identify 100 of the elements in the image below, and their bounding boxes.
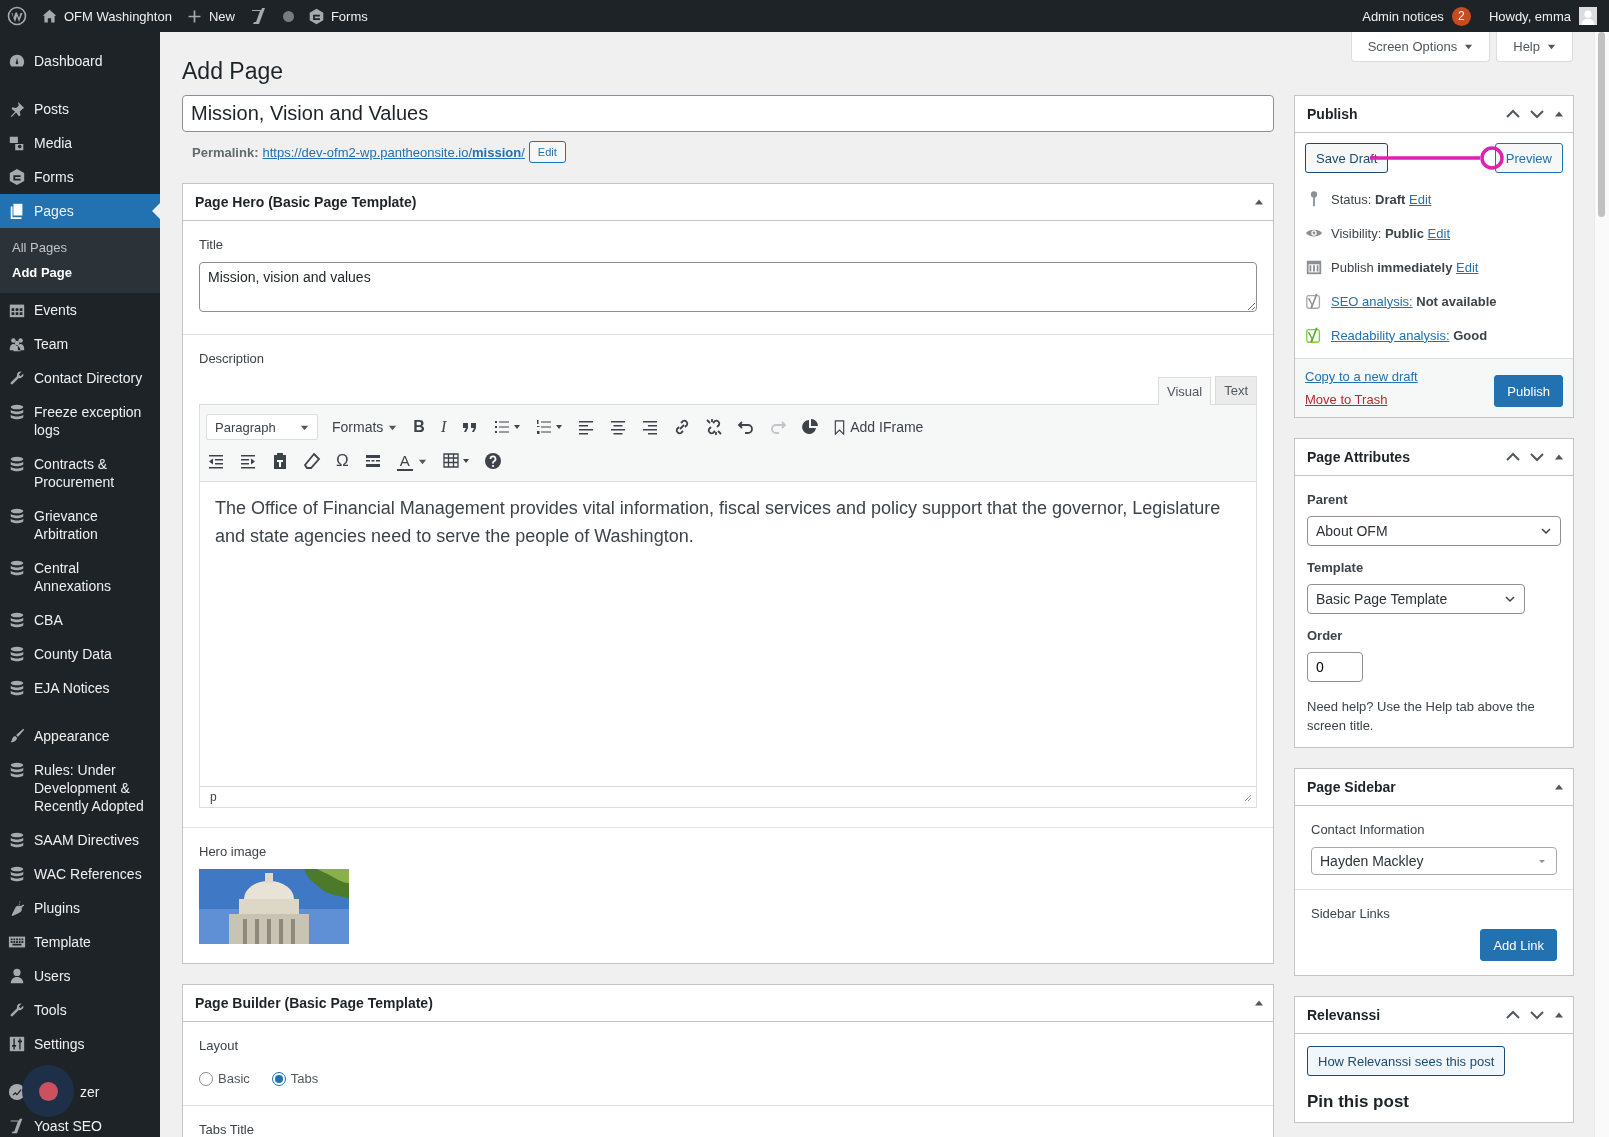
menu-item[interactable]: Plugins [0, 891, 160, 925]
edit-link[interactable]: Edit [1409, 191, 1432, 207]
database-icon [8, 403, 26, 421]
resize-handle-icon[interactable] [1242, 792, 1252, 802]
preview-button[interactable]: Preview [1494, 143, 1563, 173]
analysis-link[interactable]: Readability analysis: [1331, 327, 1450, 343]
panel-title: Page Sidebar [1307, 779, 1397, 795]
text-color-button[interactable]: A [394, 451, 429, 471]
menu-item[interactable]: SAAM Directives [0, 823, 160, 857]
help-icon[interactable] [482, 451, 503, 471]
field-label: Template [1307, 560, 1365, 575]
user-icon [8, 967, 26, 985]
editor-tab[interactable]: Text [1215, 376, 1257, 404]
menu-item[interactable]: Rules: Under Development & Recently Adopted [0, 753, 160, 823]
menu-item[interactable]: EJA Notices [0, 671, 160, 705]
move-to-trash-link[interactable]: Move to Trash [1305, 392, 1418, 407]
field-label: Order [1307, 628, 1344, 643]
table-icon[interactable] [440, 451, 471, 471]
analysis-link[interactable]: SEO analysis: [1331, 293, 1413, 309]
new-link[interactable]: New [185, 7, 235, 25]
screen-tab[interactable]: Help [1496, 32, 1573, 62]
menu-item[interactable]: Grievance Arbitration [0, 499, 160, 551]
menu-item[interactable]: Forms [0, 160, 160, 194]
title-field[interactable]: Mission, Vision and Values [182, 95, 1274, 132]
chevron-down-icon [1540, 525, 1552, 537]
add-link-button[interactable]: Add Link [1480, 929, 1557, 961]
add-iframe-button[interactable]: Add IFrame [832, 419, 926, 435]
submenu-item[interactable]: Add Page [0, 260, 160, 285]
wordpress-logo-icon[interactable] [7, 6, 27, 26]
editor-content[interactable]: The Office of Financial Management provides vital information, fiscal services and policy support that the governor, Legislature and state agencies need to serve the people of Washington. [215, 494, 1241, 550]
field-label: Title [199, 237, 225, 252]
title-textarea[interactable]: Mission, vision and values [199, 262, 1257, 312]
panel-title: Page Builder (Basic Page Template) [195, 995, 434, 1011]
panel-title: Publish [1307, 106, 1359, 122]
pin-heading: Pin this post [1307, 1092, 1410, 1112]
submenu-item[interactable]: All Pages [0, 235, 160, 260]
permalink-link[interactable]: https://dev-ofm2-wp.pantheonsite.io/mission/ [262, 144, 525, 160]
site-name-link[interactable]: OFM Washinghton [41, 7, 172, 25]
block-format-select[interactable]: Paragraph [206, 414, 318, 440]
menu-item[interactable]: Contact Directory [0, 361, 160, 395]
wrench-icon [8, 1001, 26, 1019]
database-icon [8, 645, 26, 663]
edit-link[interactable]: Edit [1456, 259, 1479, 275]
menu-item[interactable]: Posts [0, 92, 160, 126]
bold-button[interactable]: B [411, 418, 427, 436]
menu-item[interactable]: Dashboard [0, 44, 160, 78]
media-icon [8, 134, 26, 152]
menu-item[interactable]: Events [0, 293, 160, 327]
panel-title: Relevanssi [1307, 1007, 1382, 1023]
account-link[interactable]: Howdy, emma [1488, 8, 1571, 24]
menu-item[interactable]: Media [0, 126, 160, 160]
menu-item[interactable]: WAC References [0, 857, 160, 891]
menu-item[interactable]: County Data [0, 637, 160, 671]
layout-radio[interactable]: Basic [199, 1071, 250, 1086]
menu-item[interactable]: Template [0, 925, 160, 959]
menu-item[interactable]: Team [0, 327, 160, 361]
publish-info: Publish immediately Edit [1331, 259, 1479, 275]
page-heading: Add Page [182, 58, 284, 85]
relevanssi-view-button[interactable]: How Relevanssi sees this post [1307, 1046, 1506, 1076]
numbered-list-icon[interactable] [534, 417, 565, 437]
menu-label: Team [34, 335, 69, 353]
database-icon [8, 865, 26, 883]
screen-tab[interactable]: Screen Options [1350, 32, 1491, 62]
layout-radio[interactable]: Tabs [271, 1071, 319, 1086]
editor-tab[interactable]: Visual [1157, 377, 1212, 405]
menu-item[interactable]: Appearance [0, 719, 160, 753]
publish-button[interactable]: Publish [1494, 375, 1563, 407]
pie-chart-icon[interactable] [800, 417, 821, 437]
menu-item[interactable]: Tools [0, 993, 160, 1027]
copy-draft-link[interactable]: Copy to a new draft [1305, 369, 1418, 384]
menu-label: Media [34, 134, 73, 152]
menu-item[interactable]: Freeze exception logs [0, 395, 160, 447]
database-icon [8, 611, 26, 629]
forms-link[interactable]: Forms [307, 7, 368, 25]
menu-item[interactable]: Settings [0, 1027, 160, 1061]
menu-label: Tools [34, 1001, 67, 1019]
template-select[interactable]: Basic Page Template [1307, 584, 1525, 614]
help-text: Need help? Use the Help tab above the screen title. [1307, 698, 1536, 735]
menu-item[interactable]: CBA [0, 603, 160, 637]
order-field[interactable]: 0 [1307, 652, 1363, 682]
edit-permalink-button[interactable]: Edit [528, 141, 566, 163]
admin-notices-link[interactable]: Admin notices [1362, 8, 1444, 24]
menu-label: Events [34, 301, 77, 319]
italic-button[interactable]: I [438, 418, 449, 436]
menu-label: Central Annexations [34, 559, 113, 595]
chevron-down-icon [1504, 593, 1516, 605]
special-character-button[interactable]: Ω [334, 451, 351, 471]
menu-item[interactable]: Users [0, 959, 160, 993]
forms-icon [307, 7, 325, 25]
formats-menu[interactable]: Formats [330, 419, 400, 435]
field-label: Description [199, 351, 266, 366]
menu-item[interactable]: Contracts & Procurement [0, 447, 160, 499]
menu-item[interactable]: Yoast SEO [0, 1109, 160, 1137]
parent-select[interactable]: About OFM [1307, 516, 1561, 546]
menu-item[interactable]: Central Annexations [0, 551, 160, 603]
contact-select[interactable]: Hayden Mackley [1311, 847, 1557, 875]
eraser-icon[interactable] [302, 451, 322, 471]
menu-item[interactable]: Pages [0, 194, 160, 228]
edit-link[interactable]: Edit [1427, 225, 1450, 241]
scrollbar[interactable] [1594, 32, 1609, 1137]
